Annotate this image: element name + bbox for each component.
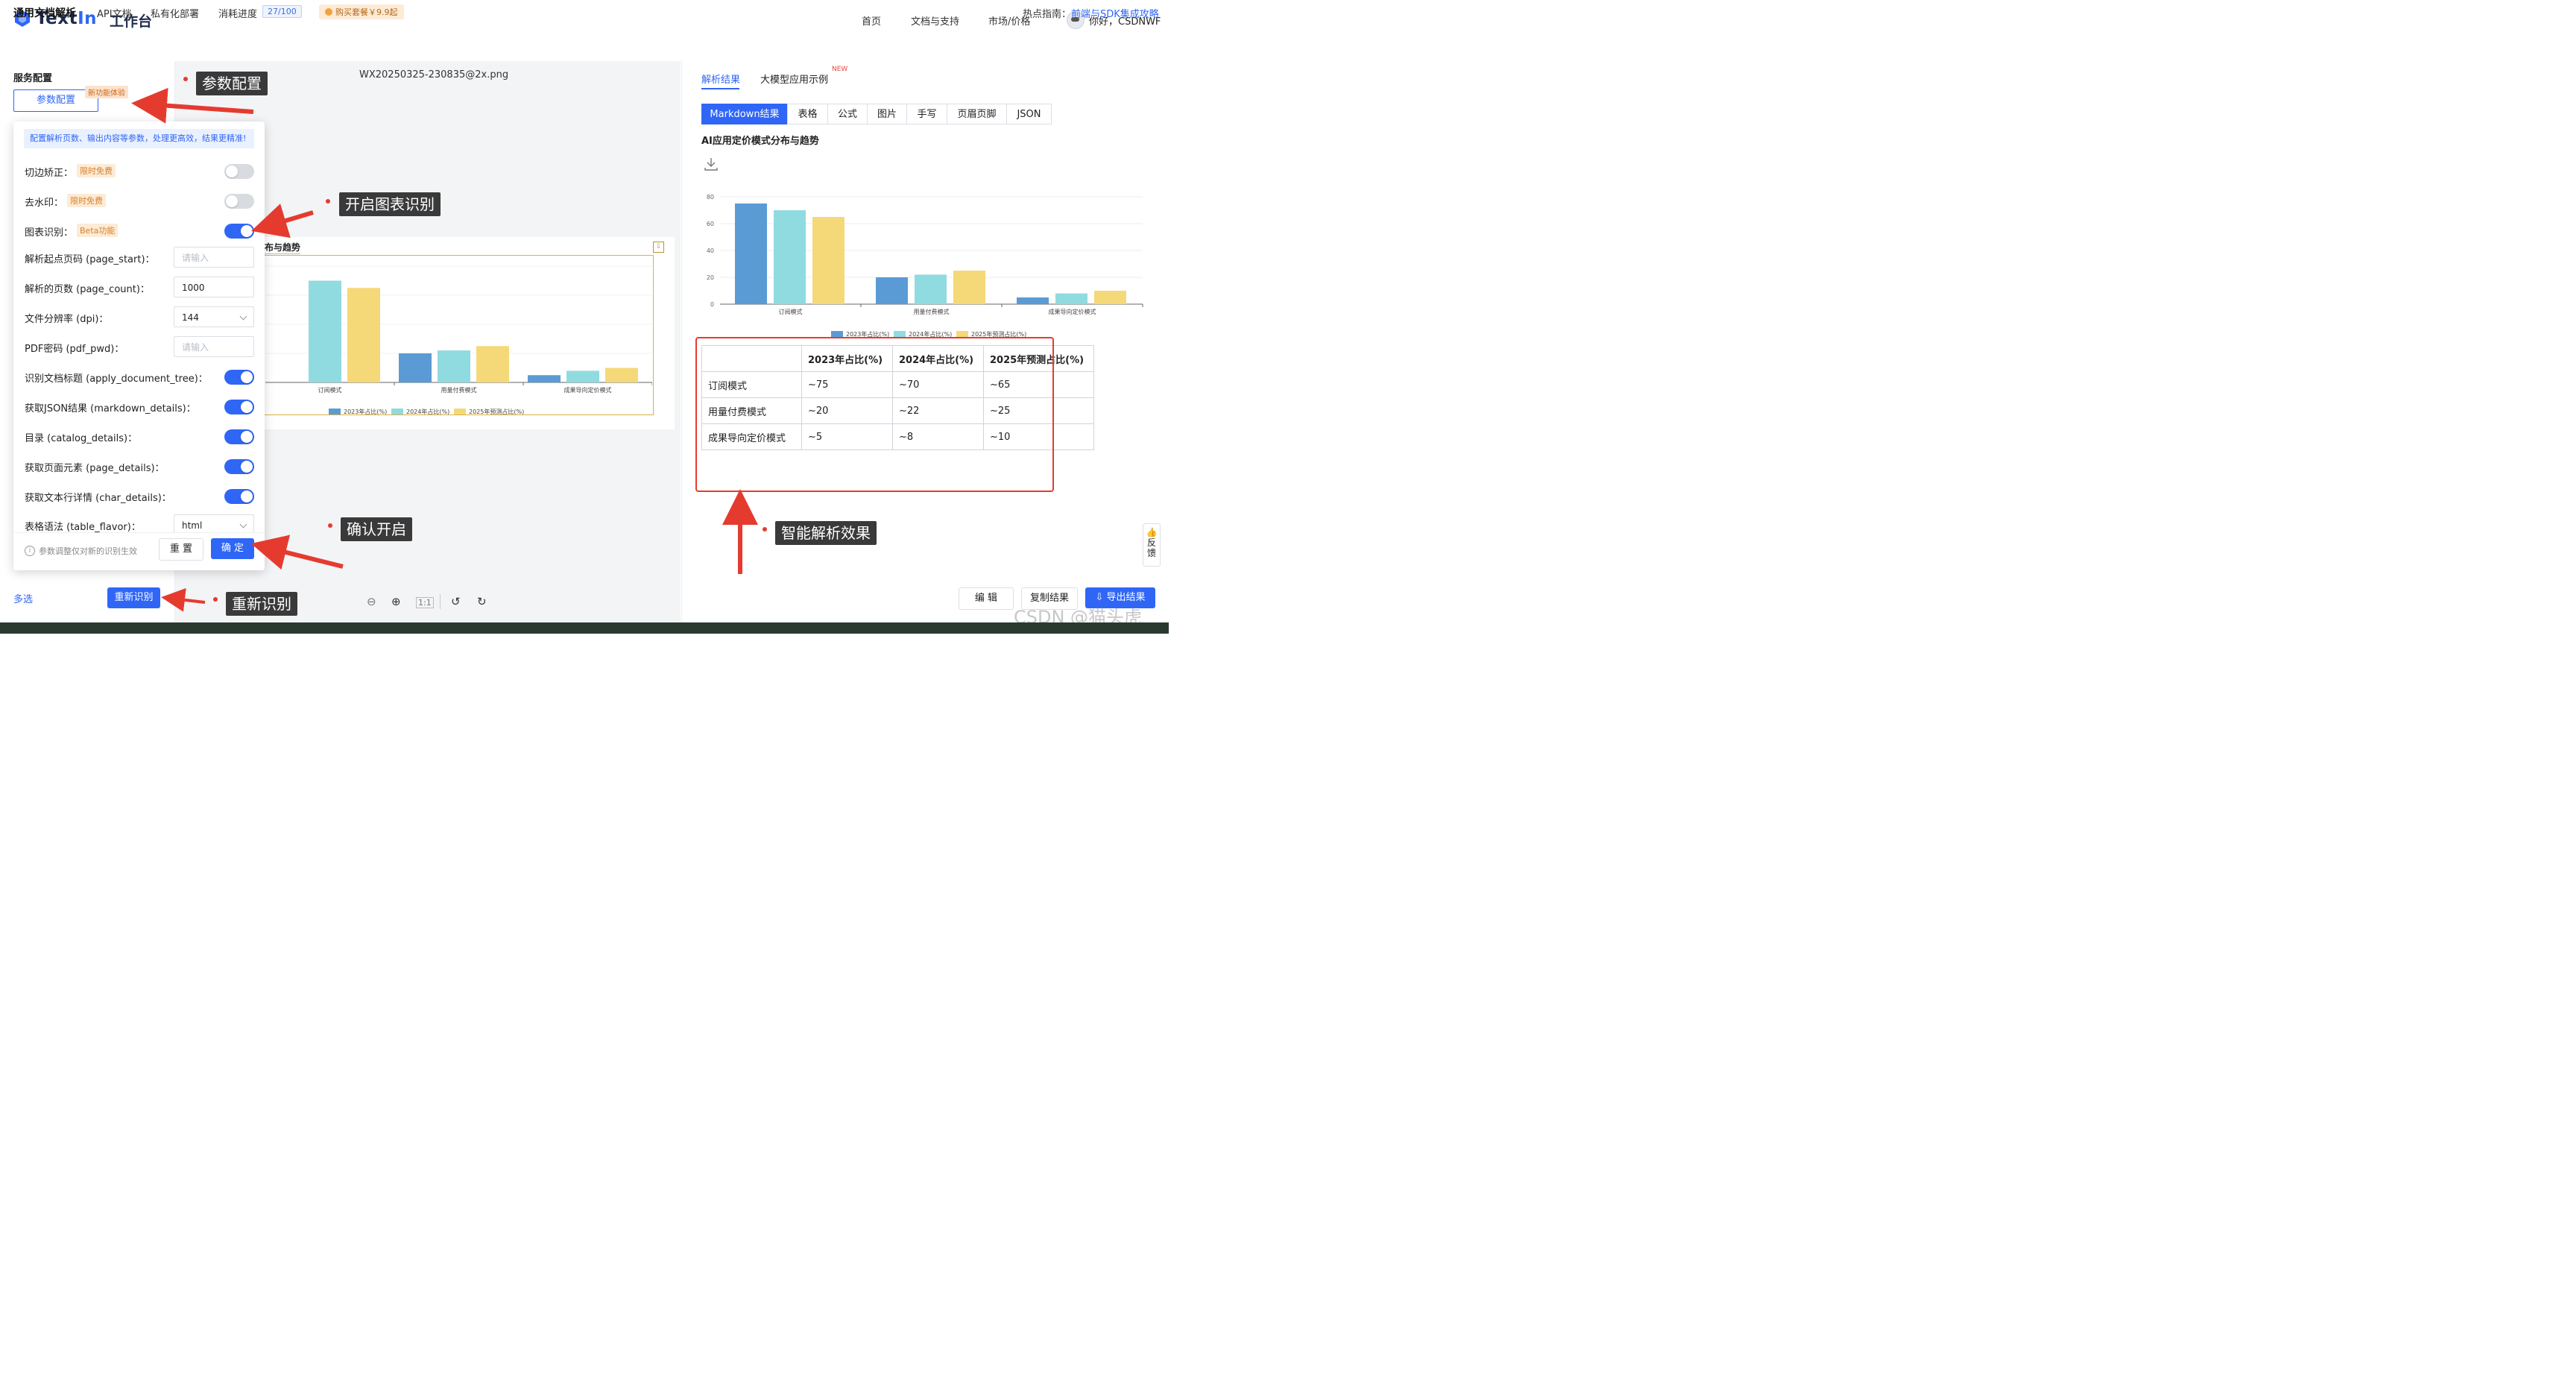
callout-dot [328,523,332,528]
arrow-re-recognize [161,587,206,612]
callout-param-config: 参数配置 [196,72,268,95]
callout-re-recognize: 重新识别 [226,592,297,616]
callout-result: 智能解析效果 [775,521,877,545]
callout-dot [326,199,330,204]
callout-enable-chart: 开启图表识别 [339,192,441,216]
callout-dot [213,597,218,602]
arrow-confirm [250,534,344,570]
callout-dot [763,527,767,532]
callout-dot [183,77,188,81]
callout-confirm: 确认开启 [341,517,412,541]
annotation-arrows [131,87,758,612]
os-dock [0,622,1169,634]
arrow-chart-recog [251,204,314,239]
arrow-param-config [131,87,254,124]
